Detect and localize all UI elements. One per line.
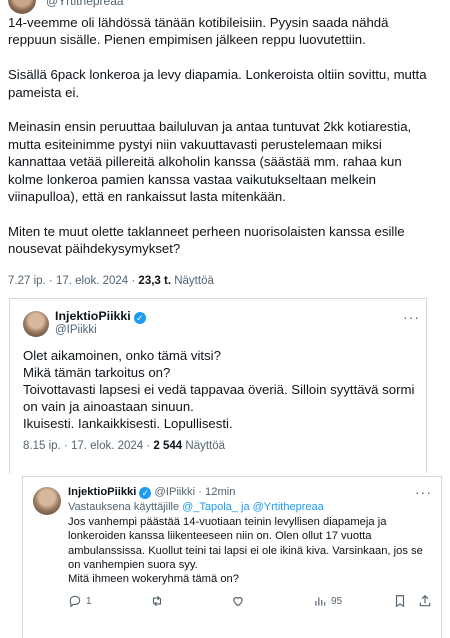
reply-prefix: Vastauksena käyttäjille bbox=[68, 501, 183, 513]
verified-badge-icon: ✓ bbox=[139, 487, 152, 499]
action-bar: 1 95 bbox=[68, 594, 438, 614]
share-button[interactable] bbox=[418, 594, 432, 608]
previous-tweet-header: @Yrtithepreaa bbox=[0, 0, 450, 14]
avatar[interactable] bbox=[23, 311, 49, 337]
tweet-meta: 7.27 ip. · 17. elok. 2024 · 23,3 t. Näyt… bbox=[8, 275, 438, 287]
display-name[interactable]: InjektioPiikki ✓ bbox=[55, 309, 146, 324]
main-tweet: 14-veemme oli lähdössä tänään kotibileis… bbox=[8, 14, 438, 287]
view-count: 2 544 bbox=[153, 440, 183, 452]
tweet-paragraph: Sisällä 6pack lonkeroa ja levy diapamia.… bbox=[8, 67, 427, 100]
like-button[interactable] bbox=[231, 594, 245, 608]
tweet-line: Olet aikamoinen, onko tämä vitsi? bbox=[23, 348, 221, 363]
tweet-meta: 8.15 ip. · 17. elok. 2024 · 2 544 Näyttö… bbox=[23, 440, 225, 452]
tweet-timestamp[interactable]: 7.27 ip. · 17. elok. 2024 · bbox=[8, 275, 138, 287]
avatar[interactable] bbox=[8, 0, 36, 14]
view-label: Näyttöä bbox=[171, 275, 214, 288]
view-count: 95 bbox=[331, 595, 343, 607]
bookmark-icon bbox=[395, 595, 405, 608]
handle-and-time: @IPiikki · 12min bbox=[151, 486, 236, 498]
tweet-text: Jos vanhempi päästää 14-vuotiaan teinin … bbox=[68, 516, 423, 571]
view-label: Näyttöä bbox=[182, 440, 226, 452]
reply-button[interactable]: 1 bbox=[68, 594, 92, 608]
author-handle[interactable]: @IPiikki bbox=[55, 324, 97, 336]
more-options-icon[interactable]: ··· bbox=[415, 484, 432, 500]
analytics-icon bbox=[315, 597, 326, 606]
author-handle[interactable]: @Yrtithepreaa bbox=[46, 0, 124, 8]
tweet-timestamp[interactable]: 8.15 ip. · 17. elok. 2024 · bbox=[23, 440, 153, 452]
heart-icon bbox=[233, 597, 243, 607]
tweet-paragraph: Meinasin ensin peruuttaa bailuluvan ja a… bbox=[8, 119, 412, 205]
reply-count: 1 bbox=[86, 595, 92, 607]
more-options-icon[interactable]: ··· bbox=[403, 309, 420, 325]
reply-tweet-card[interactable]: InjektioPiikki ✓ @IPiikki · 12min ··· Vas… bbox=[22, 476, 442, 638]
avatar[interactable] bbox=[33, 487, 61, 515]
reply-icon bbox=[69, 595, 81, 608]
reply-context: Vastauksena käyttäjille @_Tapola_ ja @Yr… bbox=[68, 501, 324, 513]
display-name[interactable]: InjektioPiikki bbox=[68, 486, 136, 498]
tweet-text: Mitä ihmeen wokeryhmä tämä on? bbox=[68, 573, 239, 586]
bookmark-button[interactable] bbox=[393, 594, 407, 608]
tweet-header: InjektioPiikki ✓ @IPiikki · 12min bbox=[68, 486, 236, 499]
view-count: 23,3 t. bbox=[138, 275, 172, 288]
views-button[interactable]: 95 bbox=[313, 594, 342, 608]
mentioned-users-link[interactable]: @_Tapola_ ja @Yrtithepreaa bbox=[182, 501, 324, 513]
retweet-button[interactable] bbox=[150, 594, 164, 608]
verified-badge-icon: ✓ bbox=[133, 312, 146, 324]
tweet-body: Olet aikamoinen, onko tämä vitsi? Mikä t… bbox=[23, 347, 418, 432]
tweet-paragraph: 14-veemme oli lähdössä tänään kotibileis… bbox=[8, 15, 389, 48]
tweet-line: Mikä tämän tarkoitus on? bbox=[23, 365, 171, 380]
share-icon bbox=[419, 594, 431, 607]
tweet-paragraph: Miten te muut olette taklanneet perheen … bbox=[8, 223, 405, 257]
tweet-line: Ikuisesti. Iankaikkisesti. Lopullisesti. bbox=[23, 416, 233, 431]
tweet-line: Toivottavasti lapsesi ei vedä tappavaa ö… bbox=[23, 382, 415, 414]
tweet-body: Jos vanhempi päästää 14-vuotiaan teinin … bbox=[68, 515, 428, 586]
quoted-reply-card[interactable]: InjektioPiikki ✓ @IPiikki ··· Olet aikamo… bbox=[9, 298, 427, 473]
retweet-icon bbox=[152, 595, 162, 607]
